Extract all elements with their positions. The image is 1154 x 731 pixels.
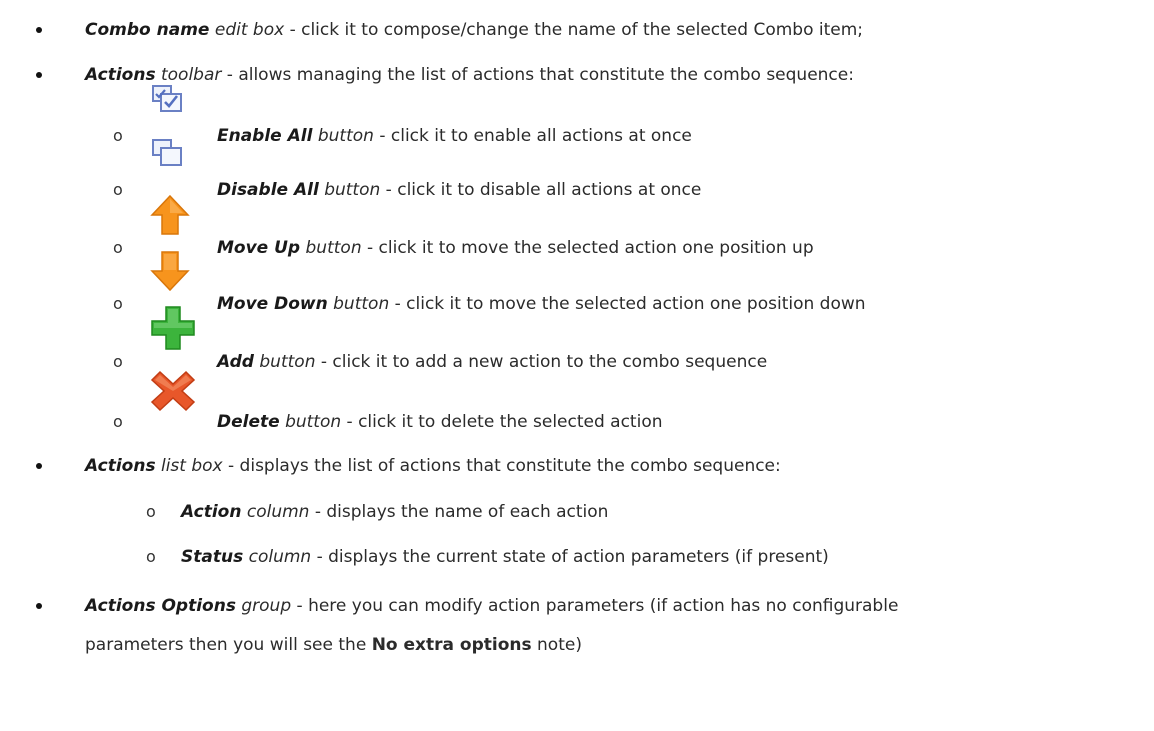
add-plus-icon bbox=[150, 305, 196, 351]
bullet bbox=[36, 27, 42, 33]
item-desc: parameters then you will see the bbox=[85, 635, 372, 655]
item-text: Move Up button - click it to move the se… bbox=[217, 237, 814, 259]
list-item-actions-options-continued: parameters then you will see the No extr… bbox=[85, 634, 582, 656]
move-down-arrow-icon bbox=[150, 250, 190, 292]
sub-bullet: o bbox=[113, 412, 123, 431]
sub-bullet: o bbox=[113, 238, 123, 257]
item-term: Combo name bbox=[85, 20, 210, 40]
item-term: Move Up bbox=[217, 238, 301, 258]
item-term: Enable All bbox=[217, 126, 313, 146]
bullet bbox=[36, 603, 42, 609]
sub-bullet: o bbox=[146, 547, 156, 566]
item-term: Add bbox=[217, 352, 254, 372]
item-kind: group bbox=[241, 596, 292, 616]
item-desc: - displays the list of actions that cons… bbox=[222, 456, 781, 476]
item-text: Add button - click it to add a new actio… bbox=[217, 351, 767, 373]
item-desc: note) bbox=[531, 635, 582, 655]
item-text: Status column - displays the current sta… bbox=[181, 546, 829, 568]
item-desc: - displays the name of each action bbox=[309, 502, 609, 522]
item-kind: button bbox=[333, 294, 390, 314]
item-kind: column bbox=[246, 502, 310, 522]
bullet bbox=[36, 463, 42, 469]
item-desc: - click it to delete the selected action bbox=[341, 412, 663, 432]
item-desc: - here you can modify action parameters … bbox=[291, 596, 899, 616]
item-text: Move Down button - click it to move the … bbox=[217, 293, 866, 315]
item-term: Delete bbox=[217, 412, 280, 432]
delete-cross-icon bbox=[150, 370, 196, 412]
item-desc: - displays the current state of action p… bbox=[311, 547, 829, 567]
item-text: Action column - displays the name of eac… bbox=[181, 501, 608, 523]
item-text: Actions toolbar - allows managing the li… bbox=[85, 64, 854, 86]
item-desc: - click it to move the selected action o… bbox=[361, 238, 814, 258]
item-term: Move Down bbox=[217, 294, 328, 314]
item-kind: list box bbox=[160, 456, 223, 476]
item-kind: button bbox=[259, 352, 316, 372]
item-text: Disable All button - click it to disable… bbox=[217, 179, 701, 201]
item-desc: - click it to disable all actions at onc… bbox=[380, 180, 702, 200]
item-text: Actions Options group - here you can mod… bbox=[85, 595, 898, 617]
item-term: Status bbox=[181, 547, 244, 567]
item-term: Actions bbox=[85, 456, 156, 476]
item-term: Action bbox=[181, 502, 242, 522]
item-term: Disable All bbox=[217, 180, 319, 200]
sub-bullet: o bbox=[113, 180, 123, 199]
item-desc: - click it to add a new action to the co… bbox=[315, 352, 768, 372]
item-desc: - allows managing the list of actions th… bbox=[221, 65, 854, 85]
item-term: Actions Options bbox=[85, 596, 236, 616]
item-kind: button bbox=[317, 126, 374, 146]
item-desc: - click it to enable all actions at once bbox=[373, 126, 692, 146]
move-up-arrow-icon bbox=[150, 194, 190, 236]
no-extra-options-note: No extra options bbox=[371, 635, 532, 655]
item-term: Actions bbox=[85, 65, 156, 85]
item-text: Enable All button - click it to enable a… bbox=[217, 125, 692, 147]
item-desc: - click it to move the selected action o… bbox=[389, 294, 866, 314]
bullet bbox=[36, 72, 42, 78]
disable-all-icon bbox=[150, 137, 186, 169]
item-kind: edit box bbox=[214, 20, 285, 40]
item-text: Combo name edit box - click it to compos… bbox=[85, 19, 863, 41]
item-text: Actions list box - displays the list of … bbox=[85, 455, 781, 477]
sub-bullet: o bbox=[113, 294, 123, 313]
item-text: Delete button - click it to delete the s… bbox=[217, 411, 663, 433]
sub-bullet: o bbox=[113, 352, 123, 371]
sub-bullet: o bbox=[146, 502, 156, 521]
item-kind: button bbox=[305, 238, 362, 258]
item-kind: button bbox=[324, 180, 381, 200]
item-kind: column bbox=[248, 547, 312, 567]
item-kind: button bbox=[285, 412, 342, 432]
item-kind: toolbar bbox=[160, 65, 222, 85]
sub-bullet: o bbox=[113, 126, 123, 145]
item-desc: - click it to compose/change the name of… bbox=[284, 20, 864, 40]
enable-all-icon bbox=[150, 83, 186, 115]
